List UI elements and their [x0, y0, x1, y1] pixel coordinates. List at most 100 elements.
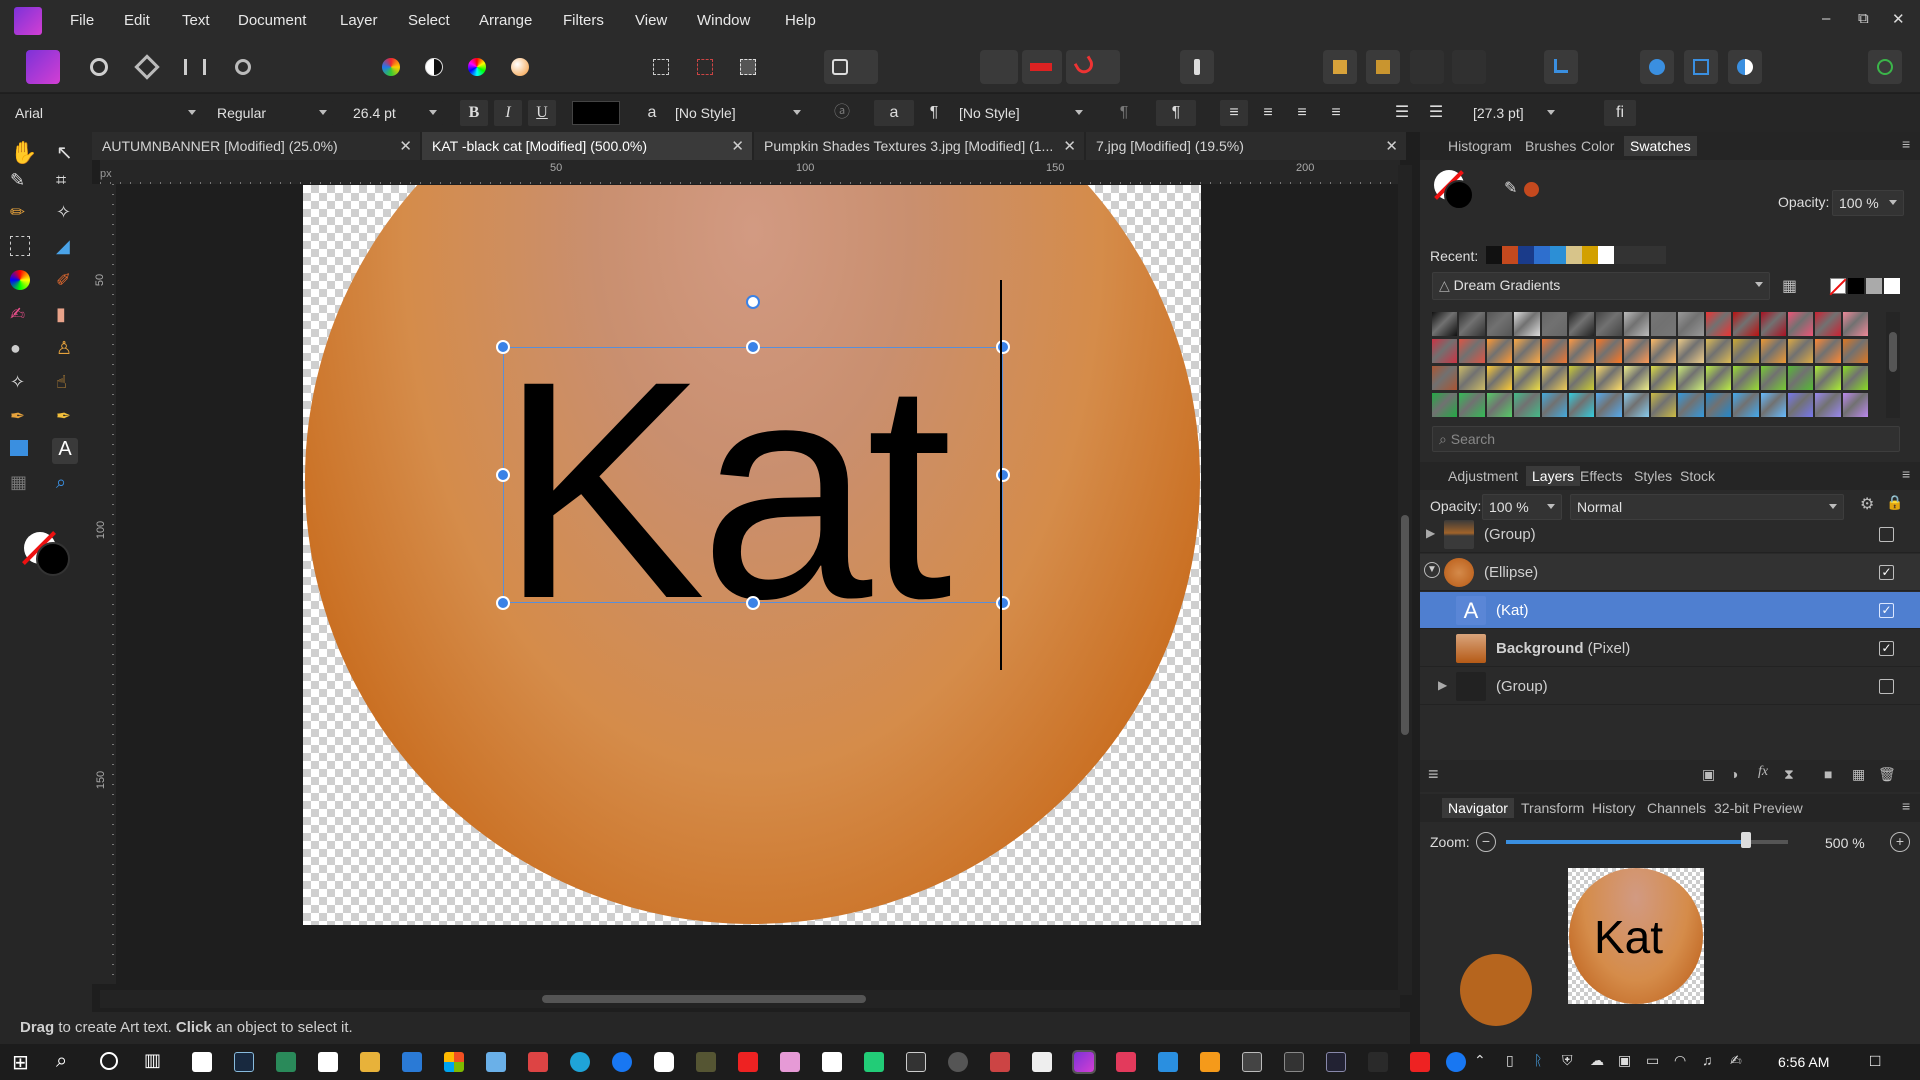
selection-brush-tool-icon[interactable]: ✏ — [10, 202, 36, 228]
quick-mask-icon[interactable] — [824, 50, 878, 84]
zoom-out-icon[interactable]: − — [1476, 832, 1496, 852]
export-persona-icon[interactable] — [226, 50, 260, 84]
rotate-handle[interactable] — [746, 295, 760, 309]
gradient-swatch[interactable] — [1568, 393, 1595, 417]
gradient-swatch[interactable] — [1623, 339, 1649, 363]
menu-text[interactable]: Text — [182, 12, 210, 29]
numbered-list-icon[interactable]: ☰ — [1422, 100, 1450, 126]
gradient-swatch[interactable] — [1787, 339, 1814, 363]
tab-stock[interactable]: Stock — [1680, 468, 1715, 484]
zoom-in-icon[interactable]: + — [1890, 832, 1910, 852]
microsoft-store-icon[interactable] — [444, 1052, 464, 1072]
swatch-opacity-field[interactable]: 100 % — [1832, 190, 1904, 216]
app-terminal-icon[interactable] — [906, 1052, 926, 1072]
tab-channels[interactable]: Channels — [1647, 800, 1706, 816]
layer-visibility-checkbox[interactable] — [1879, 527, 1894, 542]
new-group-icon[interactable]: ■ — [1824, 766, 1832, 782]
vertical-scrollbar[interactable] — [1398, 165, 1412, 995]
recent-swatch[interactable] — [1502, 246, 1518, 264]
boolean-subtract-icon[interactable] — [1684, 50, 1718, 84]
color-picker-tool-icon[interactable]: ✎ — [10, 170, 36, 196]
view-tool-icon[interactable]: ✋ — [10, 140, 37, 166]
gradient-swatch[interactable] — [1678, 339, 1704, 363]
dodge-tool-icon[interactable]: ● — [10, 338, 36, 364]
obs-icon[interactable] — [948, 1052, 968, 1072]
boolean-add-icon[interactable] — [1640, 50, 1674, 84]
gradient-swatch[interactable] — [1568, 339, 1595, 363]
app-play-icon[interactable] — [1200, 1052, 1220, 1072]
menu-edit[interactable]: Edit — [124, 12, 150, 29]
blur-brush-tool-icon[interactable]: ✧ — [10, 372, 36, 398]
gradient-swatch[interactable] — [1459, 339, 1485, 363]
gradient-swatch[interactable] — [1541, 312, 1567, 336]
align-center-icon[interactable]: ≡ — [1254, 100, 1282, 126]
tab-autumnbanner[interactable]: AUTUMNBANNER [Modified] (25.0%) ✕ — [92, 132, 420, 160]
onedrive-icon[interactable]: ☁ — [1590, 1052, 1604, 1069]
mesh-warp-tool-icon[interactable]: ▦ — [10, 472, 36, 498]
order-front-icon[interactable] — [1410, 50, 1444, 84]
resize-handle-e[interactable] — [996, 468, 1010, 482]
flood-select-tool-icon[interactable]: ✧ — [56, 202, 82, 228]
italic-button[interactable]: I — [494, 100, 522, 126]
affinity-publisher-taskbar-icon[interactable] — [1116, 1052, 1136, 1072]
layer-row-group-1[interactable]: ▶ (Group) — [1420, 516, 1920, 553]
develop-persona-icon[interactable] — [130, 50, 164, 84]
gradient-swatch[interactable] — [1787, 393, 1814, 417]
recent-swatch[interactable] — [1534, 246, 1550, 264]
black-swatch[interactable] — [1848, 278, 1864, 294]
gradient-swatch[interactable] — [1815, 339, 1841, 363]
resize-handle-s[interactable] — [746, 596, 760, 610]
font-size-field[interactable]: 26.4 pt — [346, 100, 444, 126]
resize-handle-n[interactable] — [746, 340, 760, 354]
expand-arrow-icon[interactable]: ▶ — [1426, 526, 1435, 540]
stroke-color-swatch[interactable] — [36, 542, 70, 576]
vertical-scroll-thumb[interactable] — [1401, 515, 1409, 735]
gradient-swatch[interactable] — [1760, 339, 1786, 363]
mask-layer-icon[interactable]: ▣ — [1702, 766, 1715, 783]
paragraph-style-options-icon[interactable]: ¶ — [1110, 100, 1138, 126]
font-family-select[interactable]: Arial — [8, 100, 203, 126]
gradient-swatch[interactable] — [1541, 393, 1567, 417]
app-green-icon[interactable] — [276, 1052, 296, 1072]
gradient-swatch[interactable] — [1596, 312, 1622, 336]
gradient-swatch[interactable] — [1651, 312, 1677, 336]
gradient-tool-icon[interactable] — [10, 270, 36, 296]
gradient-swatch[interactable] — [1568, 366, 1595, 390]
menu-file[interactable]: File — [70, 12, 94, 29]
gradient-swatch[interactable] — [1842, 339, 1868, 363]
close-tab-icon[interactable]: ✕ — [731, 137, 744, 155]
crop-tool-icon[interactable]: ⌗ — [56, 170, 82, 196]
app-arc-icon[interactable] — [1368, 1052, 1388, 1072]
erase-brush-tool-icon[interactable]: ▮ — [56, 304, 82, 330]
tab-swatches[interactable]: Swatches — [1624, 136, 1697, 156]
tab-32bit-preview[interactable]: 32-bit Preview — [1714, 800, 1803, 816]
volume-icon[interactable]: ♫ — [1702, 1052, 1713, 1068]
leading-field[interactable]: [27.3 pt] — [1466, 100, 1562, 126]
gradient-swatch[interactable] — [1623, 393, 1649, 417]
tab-pumpkin-shades[interactable]: Pumpkin Shades Textures 3.jpg [Modified]… — [754, 132, 1084, 160]
facebook-tray-icon[interactable] — [1446, 1052, 1466, 1072]
amazon-icon[interactable] — [318, 1052, 338, 1072]
app-c-icon[interactable] — [696, 1052, 716, 1072]
affinity-logo-icon[interactable] — [14, 7, 42, 35]
gmail-icon[interactable] — [528, 1052, 548, 1072]
close-tab-icon[interactable]: ✕ — [1385, 137, 1398, 155]
layer-visibility-checkbox[interactable]: ✓ — [1879, 641, 1894, 656]
tab-styles[interactable]: Styles — [1634, 468, 1672, 484]
menu-arrange[interactable]: Arrange — [479, 12, 532, 29]
windows-start-icon[interactable]: ⊞ — [12, 1050, 29, 1075]
gradient-swatch[interactable] — [1733, 366, 1759, 390]
recent-swatch[interactable] — [1550, 246, 1566, 264]
menu-select[interactable]: Select — [408, 12, 450, 29]
gradient-swatch[interactable] — [1623, 312, 1649, 336]
gradient-swatch[interactable] — [1651, 366, 1677, 390]
notifications-icon[interactable]: □ — [1870, 1051, 1880, 1071]
gradient-swatch[interactable] — [1514, 312, 1540, 336]
horizontal-scrollbar[interactable] — [100, 990, 1400, 1008]
recent-swatch[interactable] — [1582, 246, 1598, 264]
layer-row-background[interactable]: Background (Pixel) ✓ — [1420, 630, 1920, 667]
gradient-swatch[interactable] — [1705, 366, 1732, 390]
zoom-slider-track[interactable] — [1506, 840, 1746, 844]
app-cloud-icon[interactable] — [1032, 1052, 1052, 1072]
artboard[interactable]: Kat — [303, 185, 1201, 925]
